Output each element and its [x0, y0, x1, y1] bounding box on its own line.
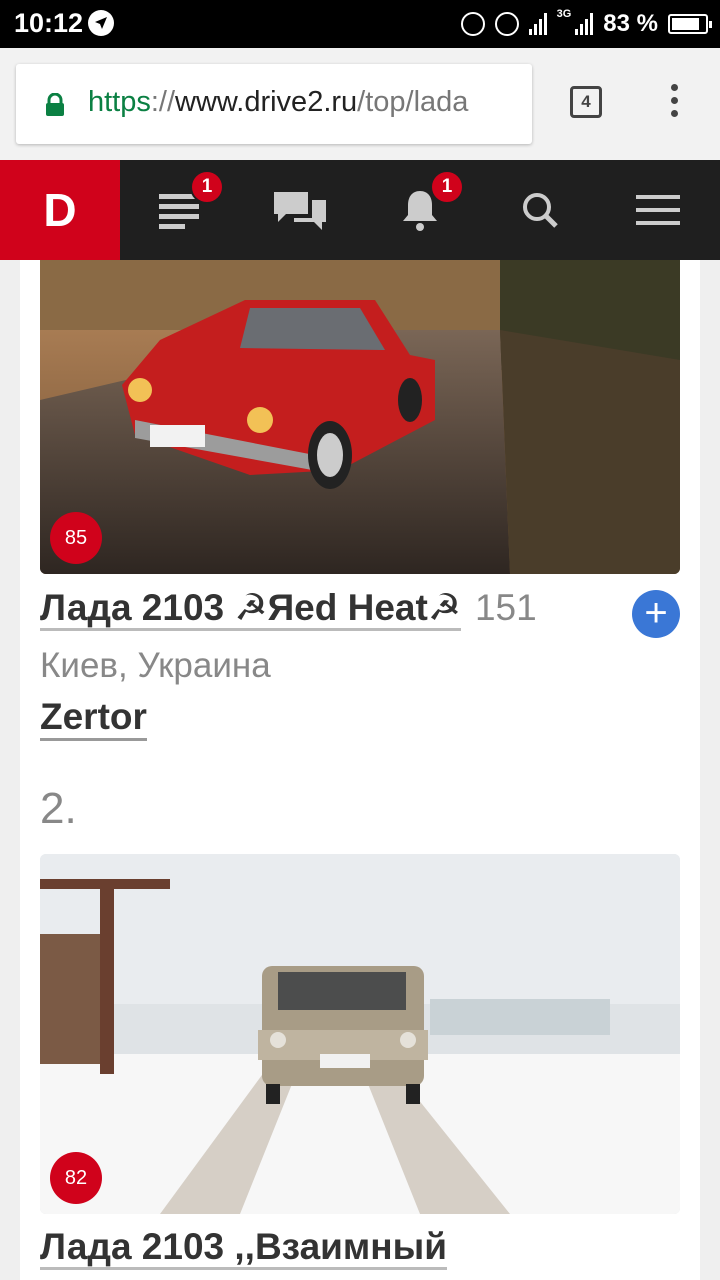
url-path: /top/lada: [357, 86, 469, 118]
lock-icon: [46, 93, 64, 116]
status-icons: 3G 83 %: [460, 8, 712, 39]
location: Киев, Украина: [40, 646, 271, 685]
feed-badge: 1: [190, 170, 224, 204]
author-link[interactable]: Zertor: [40, 696, 147, 741]
clock: 10:12: [14, 8, 84, 38]
address-bar[interactable]: https://www.drive2.ru/top/lada: [16, 64, 532, 144]
votes-count: 151: [474, 587, 537, 628]
search-button[interactable]: [490, 160, 590, 260]
car-photo-image: [40, 260, 680, 574]
browser-menu-icon[interactable]: [666, 84, 682, 124]
notifications-button[interactable]: 1: [370, 160, 470, 260]
url-host: www.drive2.ru: [175, 86, 358, 118]
rank-number: 2.: [40, 784, 77, 833]
car-title-2[interactable]: Лада 2103 ,,Взаимный: [40, 1226, 447, 1270]
hamburger-icon: [636, 195, 680, 225]
rating-badge: 85: [50, 512, 102, 564]
car-photo[interactable]: 85: [40, 260, 680, 574]
battery-percent: 83 %: [603, 10, 658, 37]
messages-button[interactable]: [250, 160, 350, 260]
network-type: 3G: [556, 8, 572, 20]
car-photo-2[interactable]: 82: [40, 854, 680, 1214]
alarm-icon: [494, 12, 519, 36]
site-navbar: D 1 1: [0, 160, 720, 260]
activity-icon: [460, 12, 485, 36]
chat-icon: [274, 192, 326, 230]
car-photo-2-image: [40, 854, 680, 1214]
status-bar: 10:12 3G 83 %: [0, 0, 720, 48]
car-title[interactable]: Лада 2103 ☭Яed Heat☭ 151: [40, 586, 537, 631]
feed-button[interactable]: 1: [130, 160, 230, 260]
car-title-text: Лада 2103 ☭Яed Heat☭: [40, 587, 461, 631]
follow-button[interactable]: +: [632, 590, 680, 638]
signal-icon: [528, 13, 547, 35]
navigation-icon: [88, 10, 114, 36]
url-separator: ://: [150, 86, 176, 118]
notifications-badge: 1: [430, 170, 464, 204]
rating-badge-2: 82: [50, 1152, 102, 1204]
search-icon: [523, 193, 558, 228]
battery-icon: [668, 14, 712, 34]
signal-icon-2: [575, 13, 594, 35]
car-title-2-text: Лада 2103 ,,Взаимный: [40, 1226, 447, 1270]
url-text[interactable]: https://www.drive2.ru/top/lada: [88, 86, 468, 119]
tab-switcher-button[interactable]: 4: [570, 86, 602, 118]
browser-toolbar: https://www.drive2.ru/top/lada 4: [0, 48, 720, 160]
url-scheme: https: [88, 86, 151, 118]
site-logo[interactable]: D: [0, 160, 120, 260]
menu-button[interactable]: [608, 160, 708, 260]
top-cars-list: 85 Лада 2103 ☭Яed Heat☭ 151 + Киев, Украи…: [20, 260, 700, 1280]
